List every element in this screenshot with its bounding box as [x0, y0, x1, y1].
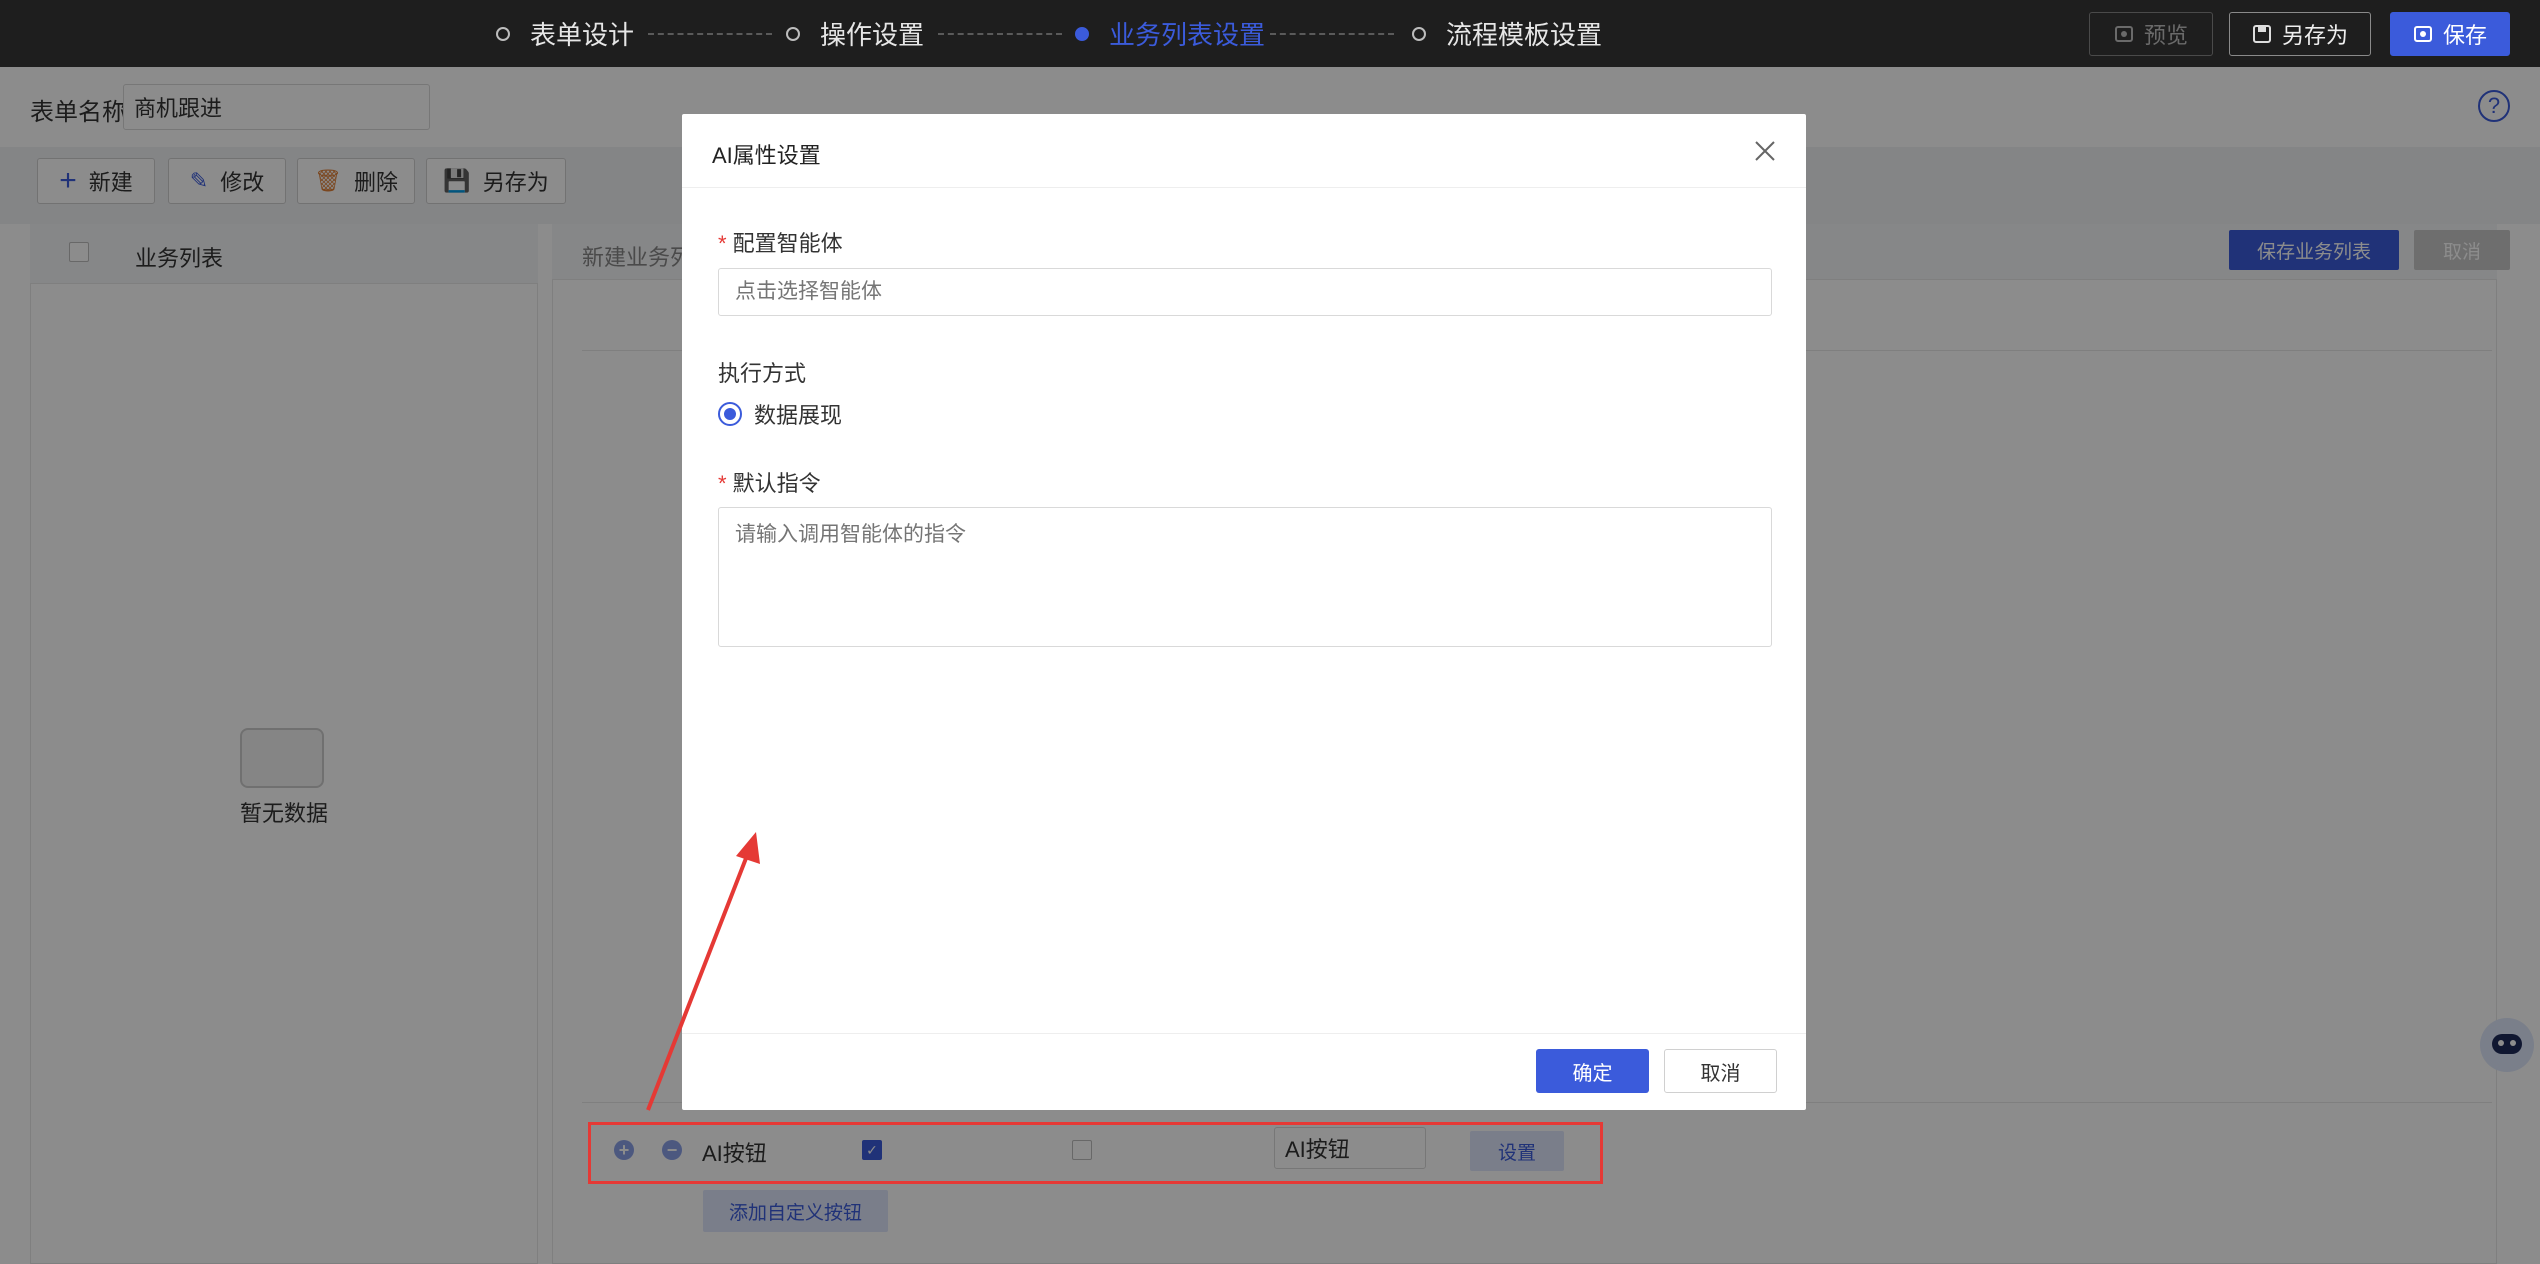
step-label: 流程模板设置 [1446, 20, 1603, 50]
exec-option-label: 数据展现 [754, 403, 843, 428]
instruction-label-text: 默认指令 [732, 471, 821, 496]
agent-select-input[interactable] [718, 268, 1772, 316]
step-divider [1270, 33, 1394, 35]
step-form-design[interactable]: 表单设计 [496, 0, 634, 67]
required-mark: * [718, 231, 727, 256]
save-as-button[interactable]: 另存为 [2229, 12, 2371, 56]
step-divider [938, 33, 1062, 35]
save-as-label: 另存为 [2281, 23, 2348, 48]
step-dot-icon [786, 26, 800, 41]
preview-button[interactable]: 预览 [2089, 12, 2213, 56]
save-icon [2252, 25, 2271, 43]
agent-label-text: 配置智能体 [732, 231, 843, 256]
save-button[interactable]: 保存 [2390, 12, 2510, 56]
highlight-box [588, 1122, 1603, 1184]
cancel-button[interactable]: 取消 [1664, 1049, 1777, 1093]
step-label: 业务列表设置 [1109, 20, 1266, 50]
agent-field-label: * 配置智能体 [718, 226, 843, 258]
step-workflow-template-settings[interactable]: 流程模板设置 [1412, 0, 1602, 67]
modal-header [682, 114, 1806, 188]
close-icon[interactable] [1752, 138, 1778, 164]
preview-icon [2114, 26, 2133, 42]
radio-selected-icon [718, 402, 742, 426]
step-label: 操作设置 [820, 20, 925, 50]
instruction-textarea[interactable] [718, 507, 1772, 647]
instruction-field-label: * 默认指令 [718, 466, 821, 498]
confirm-button[interactable]: 确定 [1536, 1049, 1649, 1093]
step-dot-icon [1412, 26, 1426, 41]
save-label: 保存 [2442, 23, 2487, 48]
ai-settings-modal: AI属性设置 *配置智能体 执行方式 数据展现 *默认指令 确定 取消 [682, 114, 1806, 1110]
modal-title: AI属性设置 [712, 143, 821, 168]
preview-label: 预览 [2143, 23, 2188, 48]
step-business-list-settings[interactable]: 业务列表设置 [1075, 0, 1265, 67]
step-dot-icon [496, 26, 510, 41]
step-operation-settings[interactable]: 操作设置 [786, 0, 924, 67]
save-icon [2413, 26, 2432, 42]
annotation-arrow-icon [646, 832, 760, 1111]
step-label: 表单设计 [530, 20, 635, 50]
exec-mode-radio[interactable]: 数据展现 [718, 398, 842, 430]
step-divider [648, 33, 772, 35]
required-mark: * [718, 471, 727, 496]
modal-footer-divider [682, 1033, 1806, 1034]
exec-mode-label: 执行方式 [718, 361, 807, 386]
step-dot-icon [1075, 26, 1089, 41]
